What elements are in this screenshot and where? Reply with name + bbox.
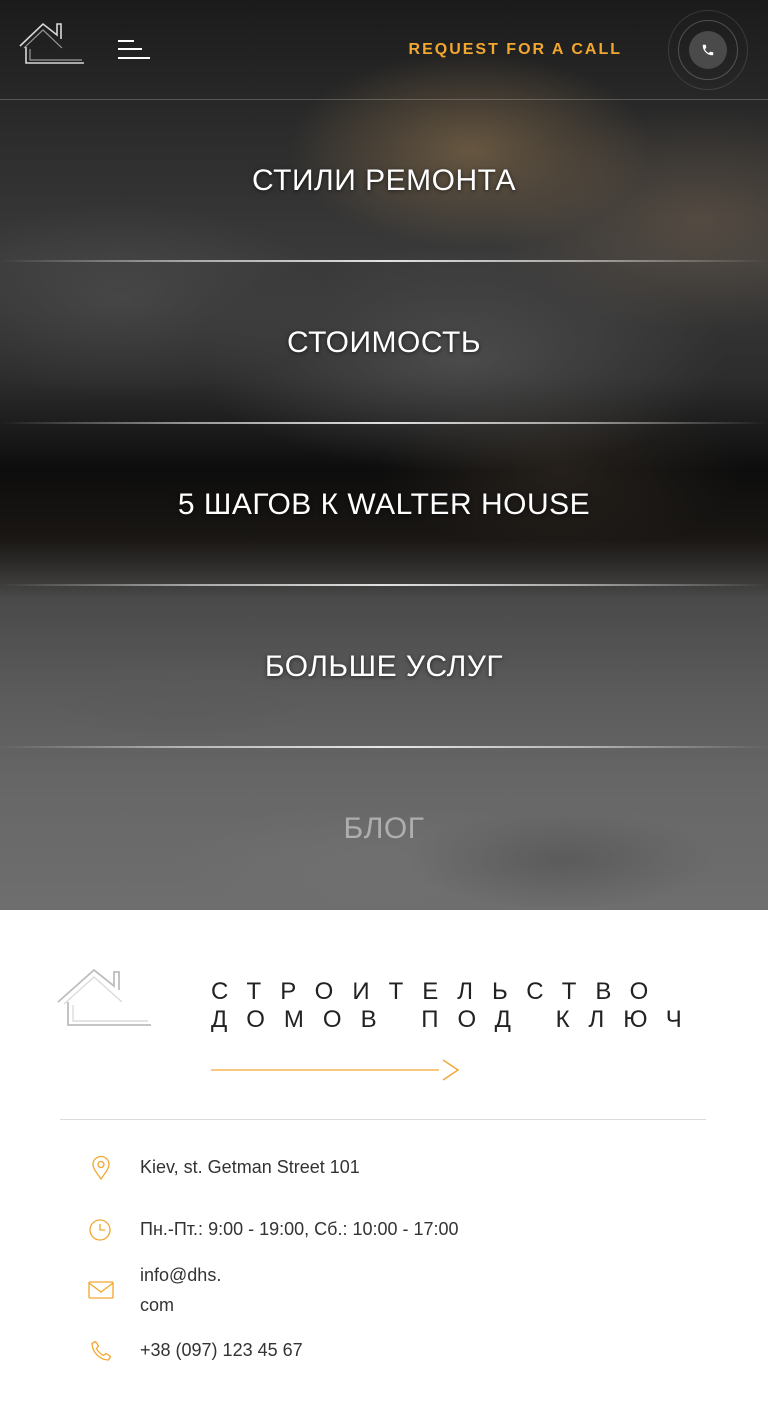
hero-background: REQUEST FOR A CALL СТИЛИ РЕМОНТА СТОИМОС… xyxy=(0,0,768,910)
call-button[interactable] xyxy=(668,10,748,90)
menu-item-five-steps[interactable]: 5 ШАГОВ К WALTER HOUSE xyxy=(0,424,768,586)
menu-item-label: СТИЛИ РЕМОНТА xyxy=(252,164,516,197)
email-line: info@dhs. xyxy=(140,1265,222,1285)
request-call-button[interactable]: REQUEST FOR A CALL xyxy=(409,41,622,59)
tagline-line: ДОМОВ ПОД КЛЮЧ xyxy=(211,1006,701,1033)
menu-item-renovation-styles[interactable]: СТИЛИ РЕМОНТА xyxy=(0,100,768,262)
menu-item-label: БЛОГ xyxy=(343,812,425,845)
top-bar: REQUEST FOR A CALL xyxy=(0,0,768,100)
menu-item-blog[interactable]: БЛОГ xyxy=(0,748,768,910)
phone-icon xyxy=(91,1340,112,1361)
tagline: СТРОИТЕЛЬСТВО ДОМОВ ПОД КЛЮЧ xyxy=(211,978,701,1034)
footer-divider xyxy=(60,1119,706,1120)
menu-item-label: СТОИМОСТЬ xyxy=(286,326,482,359)
phone-icon xyxy=(702,44,714,56)
arrow-right-icon[interactable] xyxy=(211,1058,461,1082)
menu-item-label: БОЛЬШЕ УСЛУГ xyxy=(264,650,504,683)
phone-link[interactable]: +38 (097) 123 45 67 xyxy=(140,1335,303,1365)
hours-text: Пн.-Пт.: 9:00 - 19:00, Сб.: 10:00 - 17:0… xyxy=(140,1219,459,1239)
footer: СТРОИТЕЛЬСТВО ДОМОВ ПОД КЛЮЧ Kiev, st. G… xyxy=(0,910,768,1420)
email-line: com xyxy=(140,1295,175,1315)
address-text: Kiev, st. Getman Street 101 xyxy=(140,1157,360,1177)
menu-item-more-services[interactable]: БОЛЬШЕ УСЛУГ xyxy=(0,586,768,748)
hamburger-menu-icon[interactable] xyxy=(118,38,152,62)
envelope-icon xyxy=(88,1281,114,1299)
location-pin-icon xyxy=(92,1155,110,1181)
main-menu: СТИЛИ РЕМОНТА СТОИМОСТЬ 5 ШАГОВ К WALTER… xyxy=(0,100,768,910)
email-link[interactable]: info@dhs. com xyxy=(140,1260,221,1320)
house-logo-icon[interactable] xyxy=(16,18,86,66)
clock-icon xyxy=(89,1219,111,1241)
menu-item-cost[interactable]: СТОИМОСТЬ xyxy=(0,262,768,424)
menu-item-label: 5 ШАГОВ К WALTER HOUSE xyxy=(177,488,591,521)
house-logo-icon[interactable] xyxy=(56,966,152,1028)
tagline-line: СТРОИТЕЛЬСТВО xyxy=(211,978,668,1005)
